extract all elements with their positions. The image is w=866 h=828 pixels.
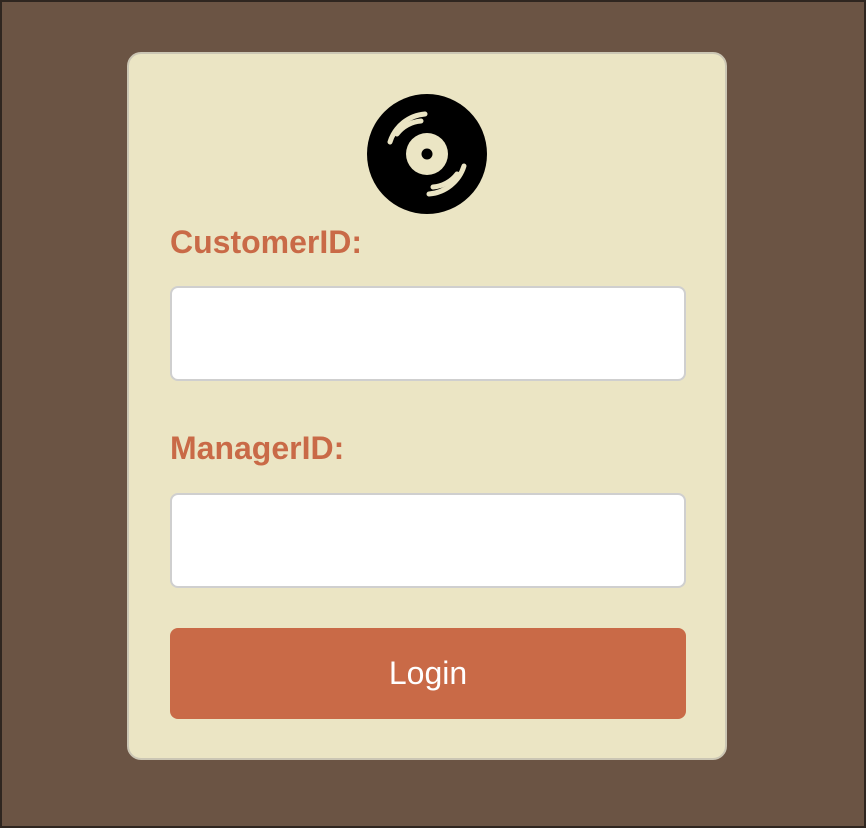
customer-id-input[interactable] — [170, 286, 686, 381]
login-button[interactable]: Login — [170, 628, 686, 719]
login-card: CustomerID: ManagerID: Login — [127, 52, 727, 760]
vinyl-record-icon — [367, 94, 487, 214]
customer-id-label: CustomerID: — [170, 224, 363, 260]
login-page: CustomerID: ManagerID: Login — [0, 0, 866, 828]
manager-id-label: ManagerID: — [170, 430, 345, 466]
manager-id-input[interactable] — [170, 493, 686, 588]
